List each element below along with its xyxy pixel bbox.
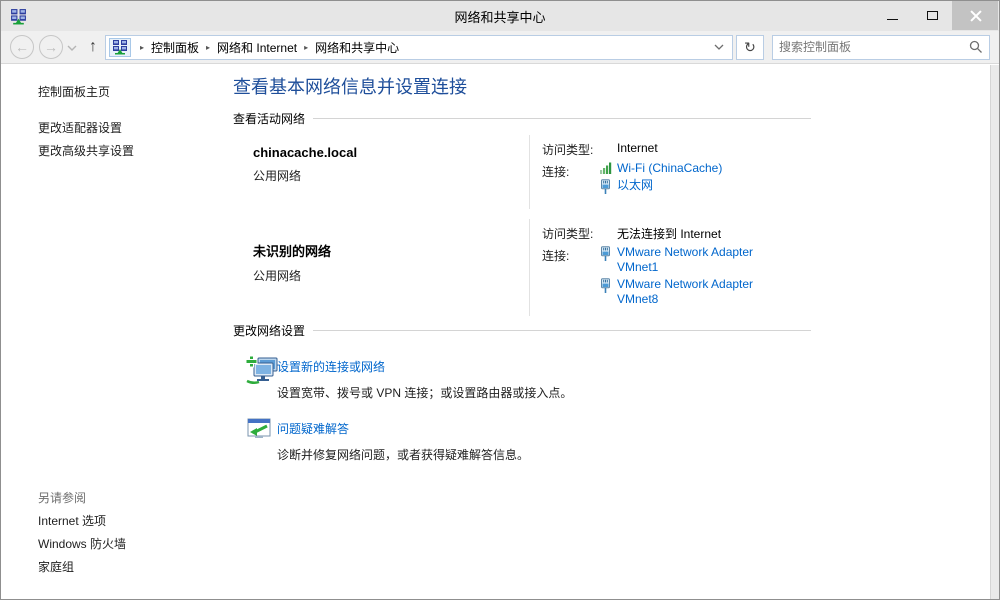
access-type-line: 访问类型: 无法连接到 Internet — [542, 223, 811, 242]
ethernet-icon — [600, 178, 617, 195]
network-category: 公用网络 — [253, 267, 519, 284]
navigation-toolbar: ← → ↑ ▸ 控制面板 ▸ 网络和 Internet ▸ 网络和共享中心 ↻ — [1, 31, 999, 64]
new-connection-icon — [233, 355, 277, 401]
close-button[interactable] — [952, 1, 998, 30]
task-body: 设置新的连接或网络 设置宽带、拨号或 VPN 连接；或设置路由器或接入点。 — [277, 355, 572, 401]
connections-label: 连接: — [542, 245, 600, 309]
active-network-row: chinacache.local 公用网络 访问类型: Internet 连接: — [233, 135, 811, 209]
ethernet-icon — [600, 245, 617, 262]
window-controls — [872, 1, 998, 30]
close-icon — [970, 10, 981, 21]
section-label: 更改网络设置 — [233, 322, 305, 339]
network-identity: chinacache.local 公用网络 — [233, 135, 529, 209]
access-type-label: 访问类型: — [542, 139, 600, 158]
minimize-button[interactable] — [872, 1, 912, 30]
active-network-row: 未识别的网络 公用网络 访问类型: 无法连接到 Internet 连接: — [233, 219, 811, 316]
breadcrumb-separator-icon: ▸ — [206, 43, 210, 52]
forward-button[interactable]: → — [39, 35, 63, 59]
address-location-icon-box — [109, 38, 131, 57]
window-title: 网络和共享中心 — [1, 7, 999, 26]
sidebar-item-change-adapter-settings[interactable]: 更改适配器设置 — [38, 119, 122, 136]
section-view-active-networks: 查看活动网络 — [233, 110, 811, 127]
sidebar-item-homegroup[interactable]: 家庭组 — [38, 558, 74, 575]
up-button[interactable]: ↑ — [89, 38, 97, 56]
task-body: 问题疑难解答 诊断并修复网络问题，或者获得疑难解答信息。 — [277, 417, 529, 463]
section-divider — [313, 118, 811, 119]
connection-link-vmnet8[interactable]: VMware Network Adapter VMnet8 — [600, 277, 792, 307]
icon-slot-empty — [600, 139, 617, 158]
access-type-label: 访问类型: — [542, 223, 600, 242]
connection-label: VMware Network Adapter VMnet1 — [617, 245, 792, 275]
refresh-icon: ↻ — [744, 39, 756, 56]
connection-label: Wi-Fi (ChinaCache) — [617, 161, 792, 176]
network-category: 公用网络 — [253, 167, 519, 184]
address-dropdown-button[interactable] — [710, 43, 728, 51]
content-area: 控制面板主页 更改适配器设置 更改高级共享设置 另请参阅 Internet 选项… — [1, 65, 999, 599]
connection-label: 以太网 — [617, 178, 792, 193]
connection-link-vmnet1[interactable]: VMware Network Adapter VMnet1 — [600, 245, 792, 275]
breadcrumb-control-panel[interactable]: 控制面板 — [151, 39, 199, 56]
network-sharing-center-icon — [112, 39, 128, 55]
search-box — [772, 35, 990, 60]
search-input[interactable] — [779, 40, 969, 54]
troubleshoot-icon — [233, 417, 277, 463]
connection-link-wifi[interactable]: Wi-Fi (ChinaCache) — [600, 161, 792, 176]
connections-label: 连接: — [542, 161, 600, 197]
refresh-button[interactable]: ↻ — [736, 35, 764, 60]
network-details: 访问类型: Internet 连接: — [529, 135, 811, 209]
minimize-icon — [887, 19, 898, 20]
network-name: chinacache.local — [253, 145, 519, 160]
task-troubleshoot-problems: 问题疑难解答 诊断并修复网络问题，或者获得疑难解答信息。 — [233, 417, 811, 463]
search-icon[interactable] — [969, 40, 983, 54]
network-sharing-center-window: 网络和共享中心 ← → ↑ ▸ 控制面板 ▸ 网络和 Internet ▸ 网络… — [0, 0, 1000, 600]
connection-list: Wi-Fi (ChinaCache) 以太网 — [600, 161, 792, 197]
section-label: 查看活动网络 — [233, 110, 305, 127]
breadcrumb-separator-icon: ▸ — [304, 43, 308, 52]
sidebar-item-control-panel-home[interactable]: 控制面板主页 — [38, 83, 110, 100]
task-setup-new-connection: 设置新的连接或网络 设置宽带、拨号或 VPN 连接；或设置路由器或接入点。 — [233, 355, 811, 401]
recent-pages-dropdown[interactable] — [67, 44, 77, 52]
chevron-down-icon — [714, 43, 724, 51]
setup-new-connection-link[interactable]: 设置新的连接或网络 — [277, 360, 385, 374]
wifi-signal-icon — [600, 161, 617, 174]
network-identity: 未识别的网络 公用网络 — [233, 219, 529, 316]
connection-list: VMware Network Adapter VMnet1 VMware Net… — [600, 245, 792, 309]
breadcrumb-network-sharing-center[interactable]: 网络和共享中心 — [315, 39, 399, 56]
page-title: 查看基本网络信息并设置连接 — [233, 73, 811, 99]
maximize-icon — [927, 11, 938, 20]
ethernet-icon — [600, 277, 617, 294]
network-name: 未识别的网络 — [253, 241, 519, 260]
connection-link-ethernet[interactable]: 以太网 — [600, 178, 792, 195]
main-panel: 查看基本网络信息并设置连接 查看活动网络 chinacache.local 公用… — [233, 65, 811, 463]
back-button[interactable]: ← — [10, 35, 34, 59]
forward-icon: → — [44, 40, 58, 54]
address-bar[interactable]: ▸ 控制面板 ▸ 网络和 Internet ▸ 网络和共享中心 — [105, 35, 733, 60]
back-icon: ← — [15, 40, 29, 54]
troubleshoot-problems-description: 诊断并修复网络问题，或者获得疑难解答信息。 — [277, 446, 529, 463]
see-also-header: 另请参阅 — [38, 489, 86, 506]
title-bar: 网络和共享中心 — [1, 1, 999, 31]
maximize-button[interactable] — [912, 1, 952, 30]
section-change-network-settings: 更改网络设置 — [233, 322, 811, 339]
sidebar-item-internet-options[interactable]: Internet 选项 — [38, 512, 106, 529]
breadcrumb-network-internet[interactable]: 网络和 Internet — [217, 39, 297, 56]
access-type-line: 访问类型: Internet — [542, 139, 811, 158]
setup-new-connection-description: 设置宽带、拨号或 VPN 连接；或设置路由器或接入点。 — [277, 384, 572, 401]
network-details: 访问类型: 无法连接到 Internet 连接: VMware Network … — [529, 219, 811, 316]
sidebar-item-windows-firewall[interactable]: Windows 防火墙 — [38, 535, 126, 552]
vertical-scrollbar[interactable] — [990, 65, 999, 599]
connections-line: 连接: VMware Network Adapter VMnet1 — [542, 245, 811, 309]
icon-slot-empty — [600, 223, 617, 242]
access-type-value: 无法连接到 Internet — [617, 223, 721, 242]
troubleshoot-problems-link[interactable]: 问题疑难解答 — [277, 422, 349, 436]
section-divider — [313, 330, 811, 331]
breadcrumb-separator-icon: ▸ — [140, 43, 144, 52]
sidebar-item-change-advanced-sharing[interactable]: 更改高级共享设置 — [38, 142, 134, 159]
connections-line: 连接: — [542, 161, 811, 197]
access-type-value: Internet — [617, 139, 658, 158]
connection-label: VMware Network Adapter VMnet8 — [617, 277, 792, 307]
sidebar: 控制面板主页 更改适配器设置 更改高级共享设置 另请参阅 Internet 选项… — [1, 65, 231, 599]
